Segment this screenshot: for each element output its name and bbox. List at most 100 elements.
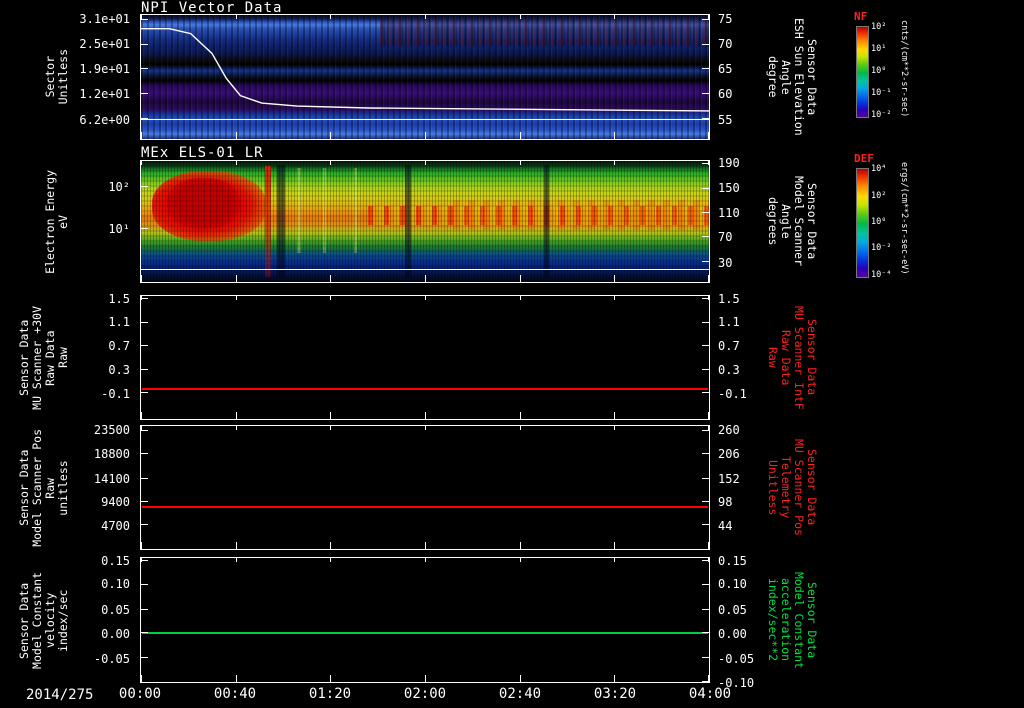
- axis-tick-mark: [425, 675, 426, 682]
- axis-tick-mark: [235, 296, 237, 300]
- axis-tick-label: 10⁻²: [871, 243, 892, 254]
- y-axis-left-ticks-scanner-pos: 23500 18800 14100 9400 4700: [70, 423, 134, 550]
- panel-title-els: MEx ELS-01 LR: [141, 145, 264, 161]
- els-orange-band-upper: [453, 199, 709, 230]
- axis-tick-mark: [235, 675, 237, 682]
- x-axis-tick-label: 04:00: [688, 686, 732, 702]
- line-plot-scanner-pos: [140, 425, 710, 550]
- axis-tick-mark: [141, 426, 142, 430]
- axis-tick-mark: [141, 412, 142, 419]
- axis-tick-mark: [614, 15, 616, 19]
- axis-tick-mark: [702, 261, 709, 263]
- axis-tick-mark: [519, 275, 521, 282]
- axis-tick-mark: [614, 675, 616, 682]
- y-axis-left-label-text: Sensor Data MU Scanner +30V Raw Data Raw: [17, 305, 70, 410]
- axis-tick-label: 10⁴: [871, 164, 887, 175]
- axis-tick-mark: [519, 426, 521, 430]
- axis-tick-mark: [330, 542, 332, 549]
- x-axis-tick-label: 00:00: [118, 686, 162, 702]
- y-axis-left-label-els: Electron Energy eV: [6, 160, 70, 283]
- axis-tick-mark: [425, 412, 426, 419]
- els-dark-gap: [544, 164, 549, 279]
- axis-tick-mark: [141, 542, 142, 549]
- axis-tick-label: 4700: [101, 519, 130, 533]
- axis-tick-mark: [141, 524, 148, 526]
- axis-tick-label: 10¹: [108, 221, 130, 236]
- x-axis-tick-labels: 00:00 00:40 01:20 02:00 02:40 03:20 04:00: [119, 686, 731, 704]
- axis-tick-label: -0.05: [718, 651, 755, 666]
- axis-tick-mark: [141, 368, 148, 370]
- els-dark-gap: [405, 164, 411, 279]
- axis-tick-label: 0.7: [108, 339, 130, 353]
- x-axis-tick-label: 01:20: [308, 686, 352, 702]
- colorbar-nf: [856, 26, 869, 118]
- y-axis-right-label-model-constant: Sensor Data Model Constant acceleration …: [766, 557, 858, 683]
- y-axis-left-label-mu-scanner: Sensor Data MU Scanner +30V Raw Data Raw: [6, 295, 70, 420]
- y-axis-right-label-mu-scanner: Sensor Data MU Scanner IntF Raw Data Raw: [766, 295, 858, 420]
- x-axis-tick-label: 02:00: [403, 686, 447, 702]
- axis-tick-label: 1.5: [718, 291, 740, 306]
- axis-tick-label: 18800: [93, 446, 130, 461]
- axis-tick-mark: [330, 161, 332, 165]
- axis-tick-mark: [141, 429, 148, 431]
- axis-tick-mark: [614, 412, 616, 419]
- axis-tick-mark: [425, 296, 426, 300]
- y-axis-right-label-els: Sensor Data Model Scanner Angle degrees: [766, 160, 858, 283]
- els-dark-gap: [277, 164, 286, 279]
- axis-tick-mark: [141, 345, 148, 347]
- y-axis-left-label-model-constant: Sensor Data Model Constant velocity inde…: [6, 557, 70, 683]
- els-bright-streak: [297, 168, 302, 253]
- axis-tick-mark: [141, 608, 148, 610]
- axis-tick-mark: [141, 453, 148, 455]
- y-axis-right-label-text: Sensor Data Model Scanner Angle degrees: [766, 176, 819, 267]
- spectrogram-npi: [140, 14, 710, 140]
- els-bright-streak: [354, 168, 358, 253]
- axis-tick-label: 70: [718, 36, 733, 51]
- axis-tick-mark: [235, 542, 237, 549]
- axis-tick-mark: [702, 453, 709, 455]
- axis-tick-mark: [141, 93, 148, 95]
- axis-tick-mark: [708, 15, 709, 19]
- axis-tick-label: 0.00: [718, 626, 747, 641]
- axis-tick-label: 55: [718, 112, 733, 127]
- axis-tick-mark: [519, 558, 521, 562]
- y-axis-right-ticks-npi: 75 70 65 60 55: [714, 12, 764, 140]
- axis-tick-mark: [141, 117, 148, 119]
- data-series-line: [142, 388, 708, 391]
- axis-tick-mark: [708, 542, 709, 549]
- axis-tick-mark: [330, 412, 332, 419]
- axis-tick-label: 0.05: [101, 602, 130, 617]
- els-orange-band: [368, 205, 709, 226]
- axis-tick-mark: [519, 15, 521, 19]
- axis-tick-label: -0.1: [101, 386, 130, 401]
- axis-tick-mark: [141, 501, 148, 503]
- axis-tick-mark: [330, 426, 332, 430]
- y-axis-right-ticks-els: 190 150 110 70 30: [714, 156, 764, 283]
- axis-tick-mark: [519, 675, 521, 682]
- axis-tick-mark: [614, 426, 616, 430]
- axis-tick-mark: [702, 345, 709, 347]
- axis-tick-mark: [614, 558, 616, 562]
- axis-tick-label: -0.05: [93, 651, 130, 666]
- axis-tick-mark: [141, 186, 148, 188]
- axis-tick-mark: [614, 275, 616, 282]
- axis-tick-label: 14100: [93, 471, 130, 486]
- axis-tick-mark: [141, 321, 148, 323]
- axis-tick-label: 110: [718, 205, 740, 220]
- axis-tick-mark: [330, 296, 332, 300]
- y-axis-left-ticks-model-constant: 0.15 0.10 0.05 0.00 -0.05: [70, 554, 134, 683]
- y-axis-right-label-text: Sensor Data ESH Sun Elevation Angle degr…: [766, 18, 819, 136]
- axis-tick-label: 10⁻¹: [871, 88, 892, 99]
- x-axis-tick-label: 02:40: [498, 686, 542, 702]
- y-axis-left-ticks-npi: 3.1e+01 2.5e+01 1.9e+01 1.2e+01 6.2e+00: [70, 12, 134, 140]
- axis-tick-mark: [702, 477, 709, 479]
- data-series-line: [142, 632, 708, 635]
- axis-tick-label: 0.3: [718, 362, 740, 377]
- y-axis-left-label-text: Sensor Data Model Constant velocity inde…: [17, 571, 70, 669]
- line-plot-model-constant: [140, 557, 710, 683]
- axis-tick-mark: [141, 584, 148, 586]
- overlay-constant-line: [141, 268, 709, 270]
- axis-tick-label: 152: [718, 471, 740, 486]
- axis-tick-label: 98: [718, 495, 733, 510]
- colorbar-title-nf: NF: [854, 10, 868, 23]
